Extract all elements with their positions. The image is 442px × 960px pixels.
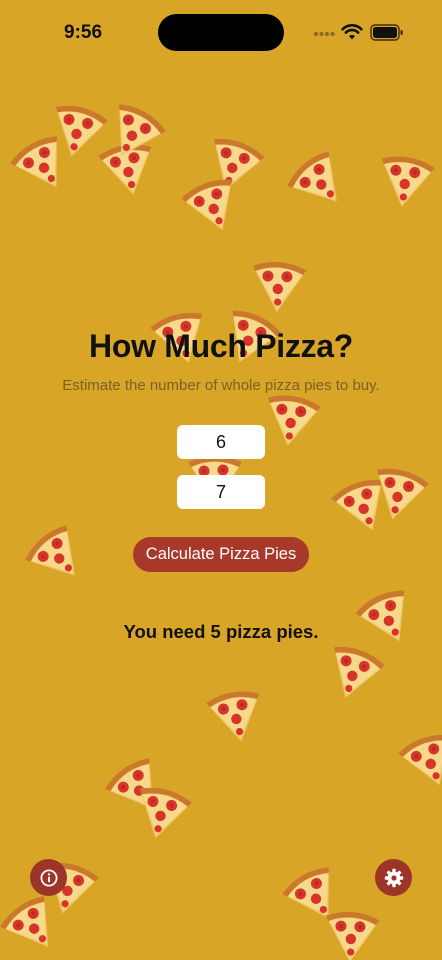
- calculate-button[interactable]: Calculate Pizza Pies: [133, 537, 309, 572]
- signal-icon: [313, 31, 335, 37]
- dynamic-island: [158, 14, 284, 51]
- pizza-slice-icon: [14, 514, 102, 601]
- pizza-slice-icon: [316, 905, 387, 960]
- pizza-slice-icon: [276, 140, 364, 227]
- gear-icon: [384, 868, 403, 887]
- battery-icon: [370, 24, 403, 41]
- pizza-slice-icon: [122, 777, 201, 850]
- app-screen: 9:56 How Much Pizza? Estimate the number…: [0, 0, 442, 960]
- page-title: How Much Pizza?: [89, 328, 353, 364]
- people-count-field[interactable]: 6: [177, 425, 265, 459]
- settings-button[interactable]: [375, 859, 412, 896]
- info-button[interactable]: [30, 859, 67, 896]
- slices-per-person-field[interactable]: 7: [177, 475, 265, 509]
- pizza-slice-icon: [198, 683, 273, 752]
- result-text: You need 5 pizza pies.: [123, 621, 319, 642]
- wifi-icon: [341, 24, 363, 40]
- pizza-slice-icon: [367, 148, 442, 217]
- calculate-button-label: Calculate Pizza Pies: [145, 545, 297, 563]
- page-subtitle: Estimate the number of whole pizza pies …: [62, 377, 380, 394]
- status-time: 9:56: [64, 22, 103, 43]
- info-icon: [40, 869, 57, 886]
- pizza-slice-icon: [389, 723, 442, 800]
